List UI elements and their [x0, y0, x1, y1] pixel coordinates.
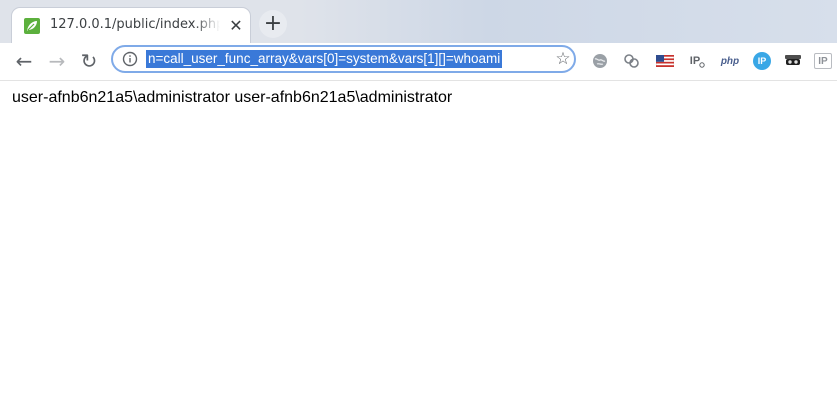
browser-tab[interactable]: 127.0.0.1/public/index.php?s= ✕	[12, 8, 250, 43]
php-icon[interactable]: php	[719, 51, 741, 71]
ip-box-label: IP	[818, 55, 828, 67]
link-icon[interactable]	[622, 51, 642, 71]
leaf-icon	[24, 18, 40, 34]
info-icon[interactable]	[122, 51, 138, 67]
bookmark-star-icon[interactable]: ☆	[554, 49, 572, 69]
ip-box-icon[interactable]: IP	[813, 51, 833, 71]
browser-toolbar: ← → ↻ n=call_user_func_array&vars[0]=sys…	[0, 43, 837, 81]
tab-strip: 127.0.0.1/public/index.php?s= ✕ +	[0, 0, 837, 43]
forward-button[interactable]: →	[45, 49, 69, 73]
new-tab-button[interactable]: +	[259, 10, 287, 38]
us-flag-icon[interactable]	[655, 51, 675, 71]
ip-badge-label: IP	[757, 56, 767, 66]
tab-close-icon[interactable]: ✕	[227, 17, 245, 35]
reload-button[interactable]: ↻	[77, 49, 101, 73]
globe-icon[interactable]	[590, 51, 610, 71]
tab-strip-background	[300, 0, 837, 43]
ip-badge-icon[interactable]: IP	[752, 51, 772, 71]
back-button[interactable]: ←	[12, 49, 36, 73]
tab-title: 127.0.0.1/public/index.php?s=	[50, 17, 220, 32]
php-label: php	[720, 55, 740, 67]
ip-search-icon[interactable]: IP	[688, 51, 708, 71]
command-output: user-afnb6n21a5\administrator user-afnb6…	[12, 89, 453, 106]
url-text-selected[interactable]: n=call_user_func_array&vars[0]=system&va…	[146, 50, 503, 68]
mask-icon[interactable]	[783, 51, 803, 71]
address-bar[interactable]: n=call_user_func_array&vars[0]=system&va…	[111, 45, 576, 73]
